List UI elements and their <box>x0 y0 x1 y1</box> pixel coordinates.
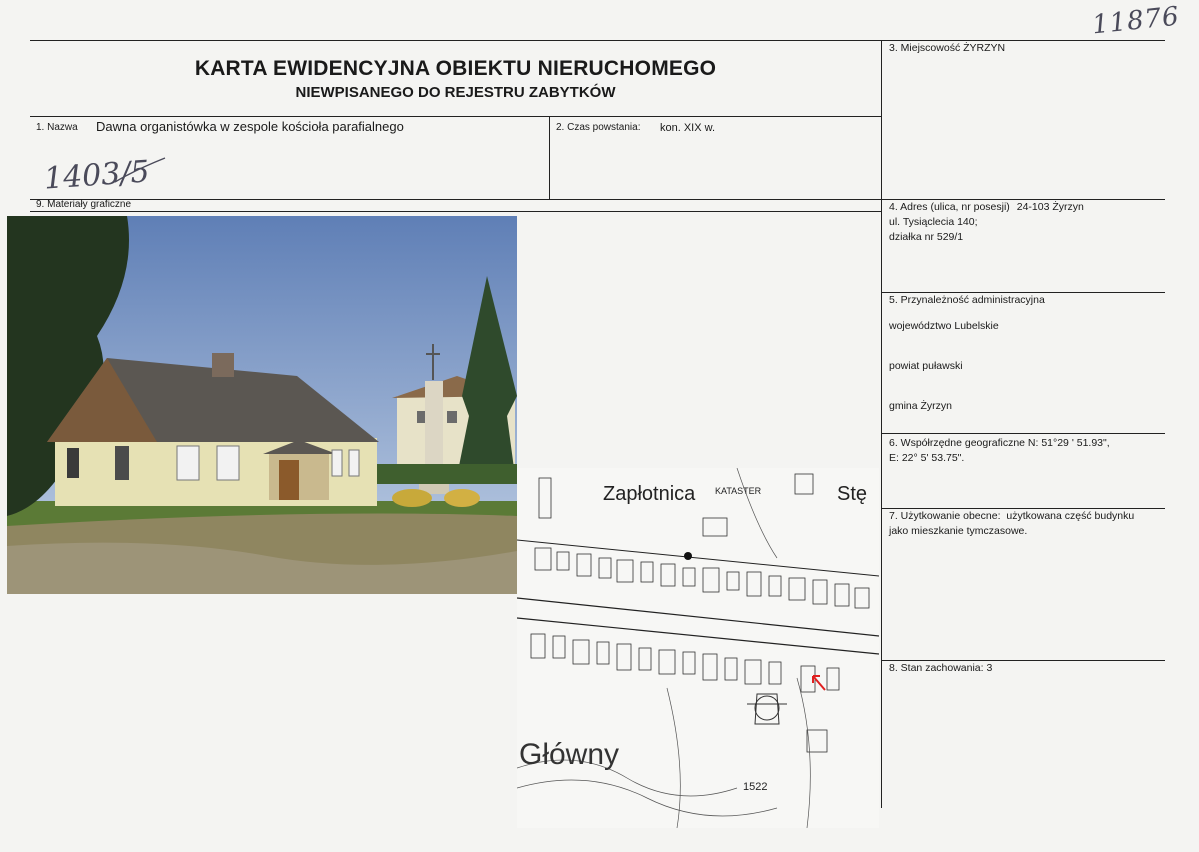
map-label-glowny: Główny <box>519 738 619 771</box>
field-wojewodztwo: województwo Lubelskie <box>889 320 999 332</box>
field-miejscowosc: 3. Miejscowość ŻYRZYN <box>889 41 1005 56</box>
field-miejscowosc-value: ŻYRZYN <box>963 42 1006 54</box>
field-powiat: powiat puławski <box>889 360 963 372</box>
field-wspolrzedne-label: 6. Współrzędne geograficzne <box>889 437 1025 449</box>
field-czas-label: 2. Czas powstania: <box>556 122 641 133</box>
map-label-zaplotnica: Zapłotnica <box>603 483 696 505</box>
handwritten-flourish <box>114 157 166 183</box>
field-nazwa-value: Dawna organistówka w zespole kościoła pa… <box>96 119 404 134</box>
field-uzytkowanie-line2: jako mieszkanie tymczasowe. <box>889 525 1028 537</box>
divider-field5-bottom <box>881 433 1165 434</box>
field-uzytkowanie-label: 7. Użytkowanie obecne: <box>889 510 1001 522</box>
field-miejscowosc-label: 3. Miejscowość <box>889 42 961 54</box>
field-uzytkowanie: 7. Użytkowanie obecne: użytkowana część … <box>889 509 1134 539</box>
stamp-number: 11876 <box>1090 1 1182 41</box>
field-stan-value: 3 <box>986 662 993 674</box>
field-uzytkowanie-line1: użytkowana część budynku <box>1006 510 1135 522</box>
field-gmina: gmina Żyrzyn <box>889 400 953 412</box>
field-materialy-label: 9. Materiały graficzne <box>36 199 132 210</box>
field-stan-label: 8. Stan zachowania: <box>889 662 984 674</box>
field-nazwa-label: 1. Nazwa <box>36 122 78 133</box>
field-adres: 4. Adres (ulica, nr posesji) 24-103 Żyrz… <box>889 200 1084 245</box>
field-wspolrzedne-n: N: 51°29 ' 51.93", <box>1027 437 1110 449</box>
map-label-number: 1522 <box>743 781 767 793</box>
page-title: KARTA EWIDENCYJNA OBIEKTU NIERUCHOMEGO <box>194 57 717 80</box>
divider-title-bottom <box>30 116 881 117</box>
field-adres-line3: działka nr 529/1 <box>889 231 964 243</box>
divider-materialy <box>30 211 881 212</box>
page-subtitle: NIEWPISANEGO DO REJESTRU ZABYTKÓW <box>295 84 616 101</box>
field-wspolrzedne: 6. Współrzędne geograficzne N: 51°29 ' 5… <box>889 436 1110 466</box>
field-wspolrzedne-e: E: 22° 5' 53.75". <box>889 452 965 464</box>
building-photo <box>7 216 517 594</box>
divider-right-column <box>881 40 882 808</box>
map-label-ste: Stę <box>837 483 867 505</box>
field-stan: 8. Stan zachowania: 3 <box>889 661 992 676</box>
map-label-kataster: KATASTER <box>715 486 762 496</box>
field-czas-value: kon. XIX w. <box>660 122 716 134</box>
field-adres-line1: 24-103 Żyrzyn <box>1016 201 1084 213</box>
field-adres-line2: ul. Tysiąclecia 140; <box>889 216 978 228</box>
divider-field1-field2 <box>549 116 550 199</box>
cadastral-map: Zapłotnica KATASTER Stę Główny 1522 <box>517 468 879 828</box>
field-adres-label: 4. Adres (ulica, nr posesji) <box>889 201 1010 213</box>
field-przynaleznosc-label: 5. Przynależność administracyjna <box>889 294 1045 306</box>
